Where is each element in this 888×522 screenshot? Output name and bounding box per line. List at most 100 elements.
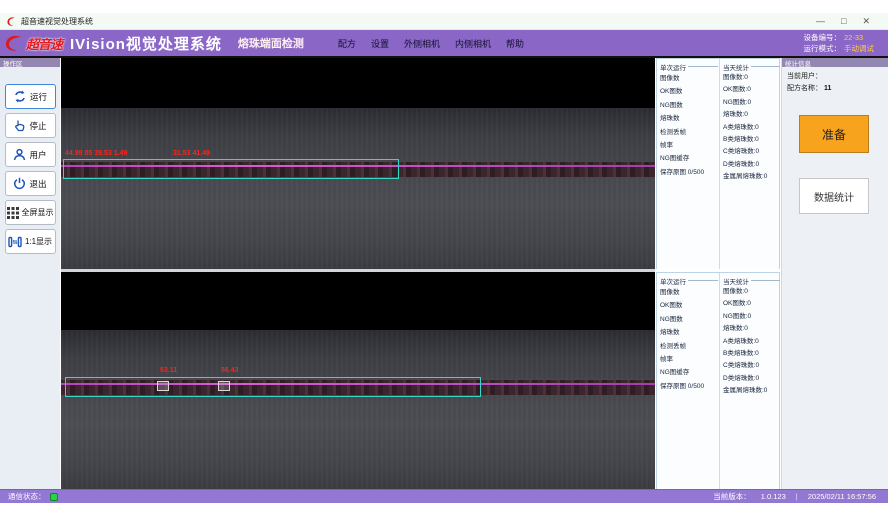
measurement-annotation: 44.98 05 39.53 1.49	[65, 150, 127, 157]
separator: |	[796, 492, 798, 501]
stat-row: B类熔珠数:0	[723, 134, 780, 146]
stat-row: NG图数:0	[723, 97, 780, 109]
data-statistics-button[interactable]: 数据统计	[799, 178, 869, 214]
comm-status-indicator	[50, 493, 58, 501]
stat-row: D类熔珠数:0	[723, 373, 780, 385]
measurement-annotation: 53.11	[160, 367, 177, 374]
menu-item[interactable]: 设置	[371, 37, 389, 50]
stop-button[interactable]: 停止	[5, 113, 56, 138]
stat-row: 图像数	[660, 72, 718, 85]
sidebar-item-label: 停止	[29, 120, 46, 132]
ratio-display-button[interactable]: 1:1显示	[5, 229, 56, 254]
run-button[interactable]: 运行	[5, 84, 56, 109]
stat-row: 帧率	[660, 139, 718, 152]
stat-row: 图像数:0	[723, 286, 780, 298]
sidebar-item-label: 全屏显示	[22, 207, 54, 218]
menu-item[interactable]: 帮助	[506, 37, 524, 50]
app-window: 超音速视觉处理系统 — □ ✕ 超音速 IVision视觉处理系统 熔珠端面检测…	[0, 0, 888, 522]
recipe-name-label: 配方名称：	[787, 83, 822, 95]
camera-view-outer[interactable]: 44.98 05 39.53 1.49 31.53 41.49	[61, 58, 655, 269]
maximize-button[interactable]: □	[841, 16, 846, 26]
info-panel: 统计信息 当前用户： 配方名称： 11 准备 数据统计	[781, 58, 888, 489]
menu-item[interactable]: 内侧相机	[455, 37, 491, 50]
sidebar-item-label: 退出	[29, 178, 46, 190]
brand-logo-icon	[4, 34, 24, 52]
menu-bar: 配方 设置 外侧相机 内侧相机 帮助	[338, 37, 524, 50]
daily-stats-rows: 图像数:0OK图数:0NG图数:0熔珠数:0A类熔珠数:0B类熔珠数:0C类熔珠…	[723, 286, 780, 398]
stat-row: NG图数	[660, 99, 718, 112]
stats-panel-top: 单次运行 图像数OK图数NG图数熔珠数检测丢帧帧率NG图缓存保存原图 0/500…	[656, 58, 780, 269]
device-info: 设备编号： 22-33 运行模式： 手动调试	[804, 32, 888, 54]
stat-row: B类熔珠数:0	[723, 348, 780, 360]
column-divider	[719, 273, 720, 489]
sidebar-buttons: 运行 停止 用户 退出	[0, 67, 60, 254]
stat-row: C类熔珠数:0	[723, 360, 780, 372]
sidebar-item-label: 1:1显示	[25, 236, 52, 247]
fullscreen-button[interactable]: 全屏显示	[5, 200, 56, 225]
brand-name: 超音速	[26, 34, 62, 53]
stat-row: 金属屑熔珠数:0	[723, 171, 780, 183]
grid-icon	[7, 207, 19, 219]
camera-image	[61, 330, 655, 489]
camera-image	[61, 108, 655, 269]
stat-row: OK图数:0	[723, 84, 780, 96]
menu-item[interactable]: 配方	[338, 37, 356, 50]
menu-item[interactable]: 外侧相机	[404, 37, 440, 50]
column-divider	[719, 59, 720, 269]
stat-row: 保存原图 0/500	[660, 166, 718, 179]
run-mode-label: 运行模式：	[804, 43, 842, 54]
stat-row: 图像数:0	[723, 72, 780, 84]
user-button[interactable]: 用户	[5, 142, 56, 167]
app-subtitle: 熔珠端面检测	[238, 35, 304, 51]
stat-row: 检测丢帧	[660, 126, 718, 139]
app-title: IVision视觉处理系统	[70, 33, 222, 54]
sync-icon	[13, 90, 27, 103]
close-button[interactable]: ✕	[862, 16, 870, 26]
single-run-rows: 图像数OK图数NG图数熔珠数检测丢帧帧率NG图缓存保存原图 0/500	[660, 72, 718, 179]
device-number-label: 设备编号：	[804, 32, 842, 43]
info-panel-title: 统计信息	[782, 58, 888, 67]
status-bar: 通信状态： 当前版本： 1.0.123 | 2025/02/11 16:57:5…	[0, 489, 888, 503]
comm-status-label: 通信状态：	[8, 491, 46, 502]
window-title: 超音速视觉处理系统	[21, 16, 93, 27]
camera-view-inner[interactable]: 53.11 56.43	[61, 272, 655, 489]
stat-row: NG图缓存	[660, 152, 718, 165]
stat-row: 熔珠数:0	[723, 109, 780, 121]
titlebar: 超音速视觉处理系统 — □ ✕	[0, 13, 888, 30]
measurement-annotation: 31.53 41.49	[173, 150, 210, 157]
stat-row: NG图缓存	[660, 366, 718, 379]
stat-row: A类熔珠数:0	[723, 122, 780, 134]
power-icon	[13, 177, 26, 190]
roi-rectangle	[63, 159, 399, 179]
stat-row: 熔珠数:0	[723, 323, 780, 335]
prepare-button[interactable]: 准备	[799, 115, 869, 153]
stat-row: 熔珠数	[660, 326, 718, 339]
feature-box	[157, 381, 169, 391]
feature-box	[218, 381, 230, 391]
stat-row: 帧率	[660, 353, 718, 366]
stat-row: C类熔珠数:0	[723, 146, 780, 158]
run-mode-value: 手动调试	[844, 43, 878, 54]
app-logo-icon	[6, 16, 17, 27]
window-controls: — □ ✕	[816, 16, 882, 26]
operation-sidebar: 操作区 运行 停止 用户	[0, 58, 60, 489]
current-user-label: 当前用户：	[787, 71, 822, 83]
stat-row: NG图数	[660, 313, 718, 326]
daily-stats-header: 当天统计	[723, 275, 780, 286]
sidebar-item-label: 用户	[29, 149, 46, 161]
single-run-header: 单次运行	[660, 61, 718, 72]
stat-row: NG图数:0	[723, 311, 780, 323]
roi-rectangle	[65, 377, 481, 397]
stats-panel-bottom: 单次运行 图像数OK图数NG图数熔珠数检测丢帧帧率NG图缓存保存原图 0/500…	[656, 272, 780, 489]
stat-row: A类熔珠数:0	[723, 336, 780, 348]
minimize-button[interactable]: —	[816, 16, 825, 26]
recipe-name-value: 11	[824, 83, 831, 95]
app-header: 超音速 IVision视觉处理系统 熔珠端面检测 配方设置外侧相机内侧相机帮助 …	[0, 30, 888, 58]
stat-row: 检测丢帧	[660, 340, 718, 353]
hand-icon	[13, 119, 26, 132]
exit-button[interactable]: 退出	[5, 171, 56, 196]
sidebar-title: 操作区	[0, 58, 60, 67]
sidebar-item-label: 运行	[30, 91, 47, 103]
version-label: 当前版本：	[713, 491, 751, 502]
stat-row: 保存原图 0/500	[660, 380, 718, 393]
